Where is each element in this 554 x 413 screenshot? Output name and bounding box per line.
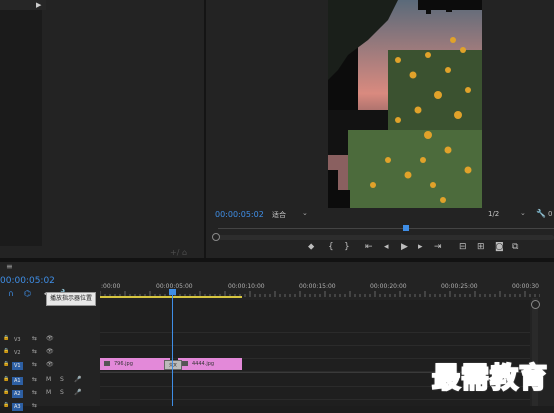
step-back-icon[interactable]: ◂: [384, 242, 389, 252]
solo-button[interactable]: S: [60, 376, 64, 383]
marker-icon[interactable]: ⬥: [308, 242, 314, 252]
eye-icon[interactable]: 👁: [46, 335, 54, 342]
watermark: 最需教育: [431, 360, 549, 395]
image-icon: [182, 361, 188, 366]
scroll-handle[interactable]: [531, 300, 540, 309]
track-name[interactable]: A3: [12, 403, 23, 411]
in-point-icon[interactable]: {: [328, 242, 334, 252]
work-area-bar[interactable]: [100, 296, 242, 298]
source-footer-icons: +/ ⌂: [170, 248, 187, 257]
track-header-v3[interactable]: 🔒 V3 ⇆ 👁: [0, 333, 100, 346]
chevron-down-icon[interactable]: ⌄: [520, 209, 526, 217]
clip[interactable]: 4444.jpg: [178, 358, 242, 370]
clip[interactable]: 796.jpg: [100, 358, 170, 370]
solo-button[interactable]: S: [60, 389, 64, 396]
track-name[interactable]: V3: [12, 336, 23, 344]
image-icon: [104, 361, 110, 366]
playhead-line[interactable]: [172, 290, 173, 406]
track-header-v2[interactable]: 🔒 V2 ⇆ 👁: [0, 346, 100, 359]
clip-label: 4444.jpg: [192, 361, 215, 367]
triangle-right-icon[interactable]: ▶: [36, 1, 41, 9]
lock-icon[interactable]: 🔒: [3, 335, 9, 341]
sync-lock-icon[interactable]: ⇆: [32, 348, 37, 355]
sync-lock-icon[interactable]: ⇆: [32, 335, 37, 342]
comparison-icon[interactable]: ⧉: [512, 242, 518, 252]
scroll-handle[interactable]: [212, 233, 220, 241]
lock-icon[interactable]: 🔒: [3, 361, 9, 367]
track-name[interactable]: A1: [12, 377, 23, 385]
linked-selection-icon[interactable]: ⌬: [24, 289, 31, 298]
snap-icon[interactable]: ∩: [8, 289, 14, 298]
lock-icon[interactable]: 🔒: [3, 348, 9, 354]
mic-icon[interactable]: 🎤: [74, 389, 81, 396]
monitor-scrollbar[interactable]: [214, 235, 554, 240]
go-to-out-icon[interactable]: ⇥: [434, 242, 442, 252]
timeline-timecode[interactable]: 00:00:05:02: [0, 276, 55, 286]
track-divider: [100, 345, 530, 346]
ruler-label: 00:00:20:00: [370, 283, 407, 290]
eye-icon[interactable]: 👁: [46, 361, 54, 368]
mute-button[interactable]: M: [46, 376, 51, 383]
wrench-icon[interactable]: 🔧: [536, 209, 546, 218]
add-icon[interactable]: +/: [170, 248, 179, 257]
play-icon[interactable]: ▶: [401, 242, 408, 252]
program-timecode[interactable]: 00:00:05:02: [215, 210, 264, 219]
chevron-down-icon[interactable]: ⌄: [302, 209, 308, 217]
transition[interactable]: 交叉: [164, 360, 182, 370]
lock-icon[interactable]: 🔒: [3, 376, 9, 382]
extract-icon[interactable]: ⊞: [477, 242, 485, 252]
eye-icon[interactable]: 👁: [46, 348, 54, 355]
track-divider: [100, 399, 530, 400]
sync-lock-icon[interactable]: ⇆: [32, 389, 37, 396]
video-image: [328, 0, 482, 208]
ruler-label: :00:00: [101, 283, 121, 290]
track-name[interactable]: V2: [12, 349, 23, 357]
lock-icon[interactable]: 🔒: [3, 402, 9, 408]
lift-icon[interactable]: ⊟: [459, 242, 467, 252]
track-header-v1[interactable]: 🔒 V1 ⇆ 👁: [0, 359, 100, 372]
monitor-time-ruler[interactable]: [218, 228, 554, 232]
resolution-dropdown[interactable]: 1/2: [488, 210, 499, 218]
ruler-label: 00:00:15:00: [299, 283, 336, 290]
out-point-icon[interactable]: }: [344, 242, 350, 252]
ruler-label: 00:00:10:00: [228, 283, 265, 290]
hamburger-icon[interactable]: ≡: [6, 262, 13, 271]
lock-icon[interactable]: 🔒: [3, 389, 9, 395]
track-name[interactable]: A2: [12, 390, 23, 398]
go-to-in-icon[interactable]: ⇤: [365, 242, 373, 252]
track-name[interactable]: V1: [12, 362, 23, 370]
step-forward-icon[interactable]: ▸: [418, 242, 423, 252]
sync-lock-icon[interactable]: ⇆: [32, 376, 37, 383]
export-frame-icon[interactable]: ◙: [495, 242, 504, 252]
track-header-a1[interactable]: 🔒 A1 ⇆ M S 🎤: [0, 374, 100, 387]
tooltip: 播放指示器位置: [46, 292, 96, 306]
monitor-playhead[interactable]: [403, 225, 409, 231]
ruler-label: 00:00:25:00: [441, 283, 478, 290]
track-header-a2[interactable]: 🔒 A2 ⇆ M S 🎤: [0, 387, 100, 400]
source-panel-list: [0, 10, 42, 246]
mic-icon[interactable]: 🎤: [74, 376, 81, 383]
monitor-right-label: 0: [548, 210, 553, 218]
clip-label: 796.jpg: [114, 361, 133, 367]
mute-button[interactable]: M: [46, 389, 51, 396]
sync-lock-icon[interactable]: ⇆: [32, 361, 37, 368]
track-divider: [100, 332, 530, 333]
playhead-handle[interactable]: [169, 289, 176, 295]
track-header-a3[interactable]: 🔒 A3 ⇆: [0, 400, 100, 413]
ruler-label: 00:00:30: [512, 283, 539, 290]
export-icon[interactable]: ⌂: [182, 248, 187, 257]
fit-dropdown[interactable]: 适合: [272, 210, 286, 220]
video-frame: [328, 0, 482, 208]
